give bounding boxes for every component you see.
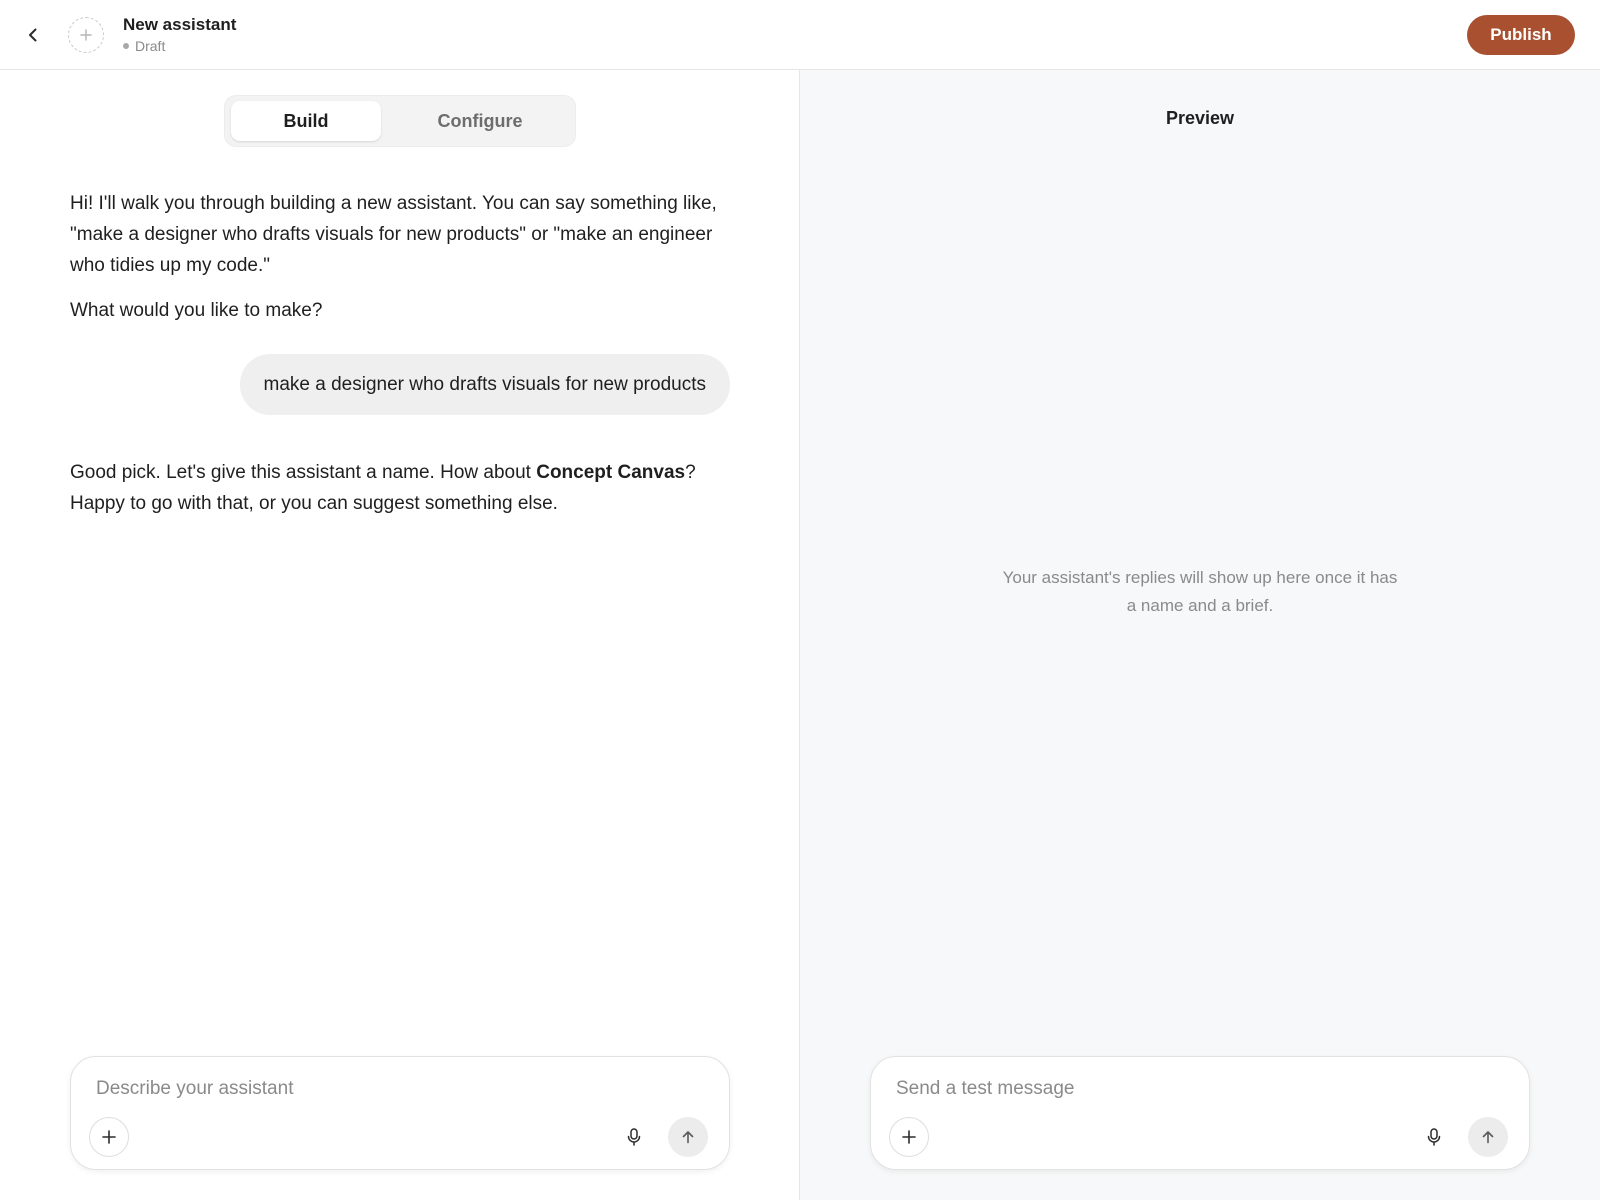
preview-panel: Preview Your assistant's replies will sh… [800, 70, 1600, 1200]
status-label: Draft [135, 38, 166, 54]
arrow-up-icon [682, 1131, 694, 1144]
chevron-left-icon [29, 28, 37, 42]
send-button[interactable] [1468, 1117, 1508, 1157]
tab-build[interactable]: Build [231, 101, 381, 141]
assistant-message: Good pick. Let's give this assistant a n… [70, 457, 730, 519]
assistant-title-block: New assistant Draft [123, 14, 236, 54]
microphone-icon [1427, 1128, 1441, 1146]
describe-assistant-input[interactable] [96, 1071, 696, 1107]
assistant-message: Hi! I'll walk you through building a new… [70, 188, 730, 326]
assistant-name: New assistant [123, 15, 237, 34]
preview-title: Preview [1165, 108, 1235, 128]
publish-button[interactable]: Publish [1467, 15, 1575, 55]
message-paragraph: What would you like to make? [70, 300, 323, 321]
send-button[interactable] [668, 1117, 708, 1157]
message-paragraph: Hi! I'll walk you through building a new… [70, 193, 717, 276]
preview-empty-state: Your assistant's replies will show up he… [1002, 568, 1398, 615]
tab-configure[interactable]: Configure [395, 101, 565, 141]
user-message: make a designer who drafts visuals for n… [239, 354, 730, 415]
mode-tabs: Build Configure [224, 95, 576, 147]
arrow-up-icon [1482, 1131, 1494, 1144]
suggested-name: Concept Canvas [536, 462, 686, 483]
build-panel: Build Configure Hi! I'll walk you throug… [0, 70, 799, 1200]
attach-button[interactable] [89, 1117, 129, 1157]
voice-input-button[interactable] [1418, 1121, 1450, 1153]
preview-composer [870, 1056, 1530, 1170]
status-dot-icon [123, 43, 129, 49]
user-message-row: make a designer who drafts visuals for n… [70, 354, 730, 415]
microphone-icon [627, 1128, 641, 1146]
plus-icon [902, 1130, 916, 1144]
build-composer [70, 1056, 730, 1170]
voice-input-button[interactable] [618, 1121, 650, 1153]
plus-icon [80, 29, 92, 41]
build-chat: Hi! I'll walk you through building a new… [70, 188, 730, 519]
back-button[interactable] [20, 22, 46, 48]
add-avatar-button[interactable] [68, 17, 104, 53]
top-bar: New assistant Draft Publish [0, 0, 1600, 70]
status-row: Draft [123, 38, 236, 54]
attach-button[interactable] [889, 1117, 929, 1157]
plus-icon [102, 1130, 116, 1144]
test-message-input[interactable] [896, 1071, 1496, 1107]
message-text: Good pick. Let's give this assistant a n… [70, 462, 537, 483]
